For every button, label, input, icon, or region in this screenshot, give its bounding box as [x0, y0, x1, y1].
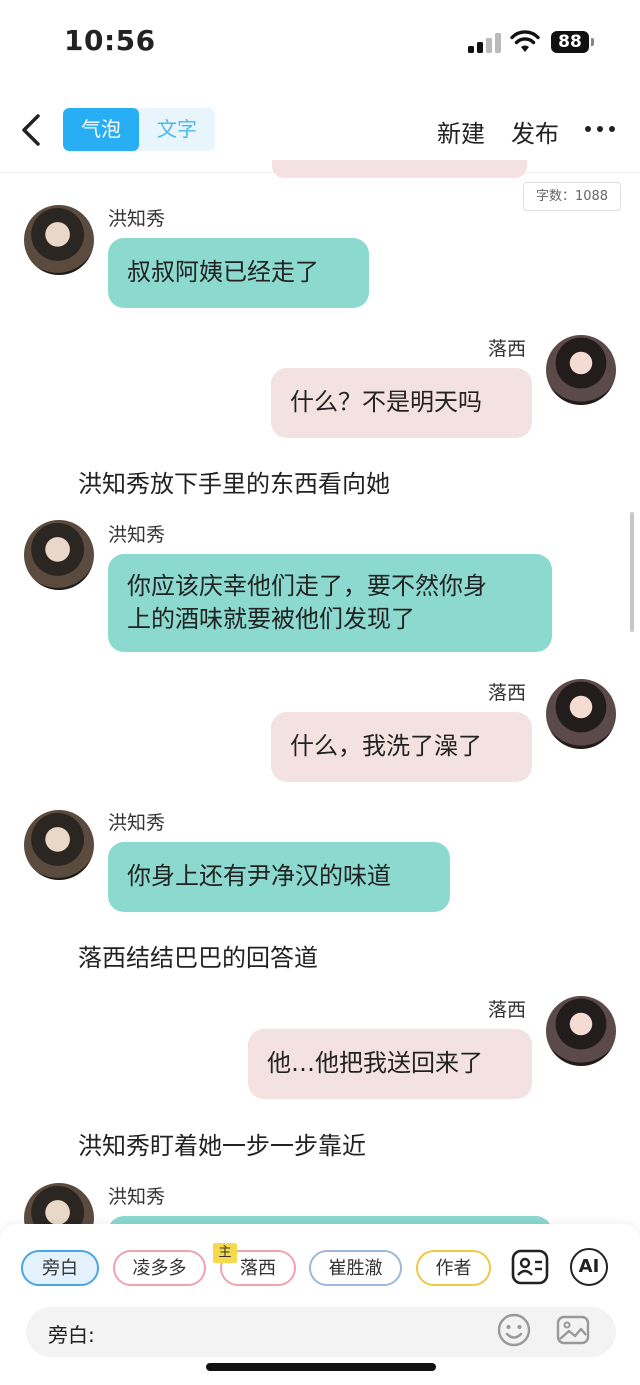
- bubble-text-line: 你应该庆幸他们走了，要不然你身: [127, 572, 487, 600]
- sender-name: 洪知秀: [108, 524, 166, 546]
- bubble-text: 你身上还有尹净汉的味道: [127, 862, 391, 890]
- status-bar: 10:56 88: [0, 0, 640, 86]
- role-chip-ling-duoduo[interactable]: 凌多多: [113, 1250, 206, 1286]
- bubble-text: 什么？不是明天吗: [290, 388, 482, 416]
- status-time: 10:56: [64, 24, 156, 57]
- word-count-badge: 字数：1088: [523, 182, 621, 211]
- bubble-text: 叔叔阿姨已经走了: [127, 258, 319, 286]
- sender-name: 洪知秀: [108, 812, 166, 834]
- bubble-text-line: 上的酒味就要被他们发现了: [127, 605, 415, 633]
- chat-bubble[interactable]: 他…他把我送回来了: [248, 1029, 532, 1099]
- avatar-hong-zhixiu[interactable]: [24, 520, 94, 590]
- home-indicator[interactable]: [206, 1363, 436, 1371]
- narration-text[interactable]: 落西结结巴巴的回答道: [78, 938, 318, 973]
- chat-bubble[interactable]: 你身上还有尹净汉的味道: [108, 842, 450, 912]
- mode-toggle: 气泡 文字: [63, 108, 215, 151]
- chat-bubble[interactable]: 你应该庆幸他们走了，要不然你身 上的酒味就要被他们发现了: [108, 554, 552, 652]
- chat-bubble[interactable]: 叔叔阿姨已经走了: [108, 238, 369, 308]
- sender-name: 落西: [488, 999, 527, 1021]
- role-chip-cui-shengche[interactable]: 崔胜澈: [309, 1250, 402, 1286]
- main-character-badge: 主: [213, 1243, 237, 1263]
- emoji-icon[interactable]: [496, 1312, 532, 1348]
- character-card-icon[interactable]: [511, 1248, 549, 1286]
- new-button[interactable]: 新建: [437, 114, 485, 149]
- bubble-text: 他…他把我送回来了: [267, 1049, 483, 1077]
- chat-bubble[interactable]: 什么？不是明天吗: [271, 368, 532, 438]
- avatar-luo-xi[interactable]: [546, 679, 616, 749]
- chat-bubble[interactable]: 什么，我洗了澡了: [271, 712, 532, 782]
- narration-text[interactable]: 洪知秀盯着她一步一步靠近: [78, 1126, 366, 1161]
- previous-bubble-fragment: [272, 160, 527, 178]
- input-role-label: 旁白:: [48, 1323, 95, 1347]
- image-icon[interactable]: [555, 1312, 591, 1348]
- tab-text[interactable]: 文字: [139, 108, 215, 151]
- avatar-luo-xi[interactable]: [546, 996, 616, 1066]
- ai-button[interactable]: AI: [570, 1248, 608, 1286]
- sender-name: 洪知秀: [108, 1186, 166, 1208]
- role-chip-author[interactable]: 作者: [416, 1250, 491, 1286]
- battery-tip: [591, 38, 594, 46]
- bubble-text: 什么，我洗了澡了: [290, 732, 482, 760]
- cellular-signal-icon: [468, 33, 502, 53]
- tab-bubble[interactable]: 气泡: [63, 108, 139, 151]
- narration-text[interactable]: 洪知秀放下手里的东西看向她: [78, 464, 390, 499]
- battery-icon: 88: [551, 31, 589, 53]
- sender-name: 洪知秀: [108, 208, 166, 230]
- role-chip-narrator[interactable]: 旁白: [21, 1250, 99, 1286]
- sender-name: 落西: [488, 338, 527, 360]
- avatar-hong-zhixiu[interactable]: [24, 810, 94, 880]
- sender-name: 落西: [488, 682, 527, 704]
- scrollbar[interactable]: [630, 512, 634, 632]
- publish-button[interactable]: 发布: [511, 114, 559, 149]
- wifi-icon: [510, 30, 540, 52]
- back-chevron-icon[interactable]: [18, 112, 48, 148]
- avatar-luo-xi[interactable]: [546, 335, 616, 405]
- more-icon[interactable]: [585, 126, 615, 134]
- avatar-hong-zhixiu[interactable]: [24, 205, 94, 275]
